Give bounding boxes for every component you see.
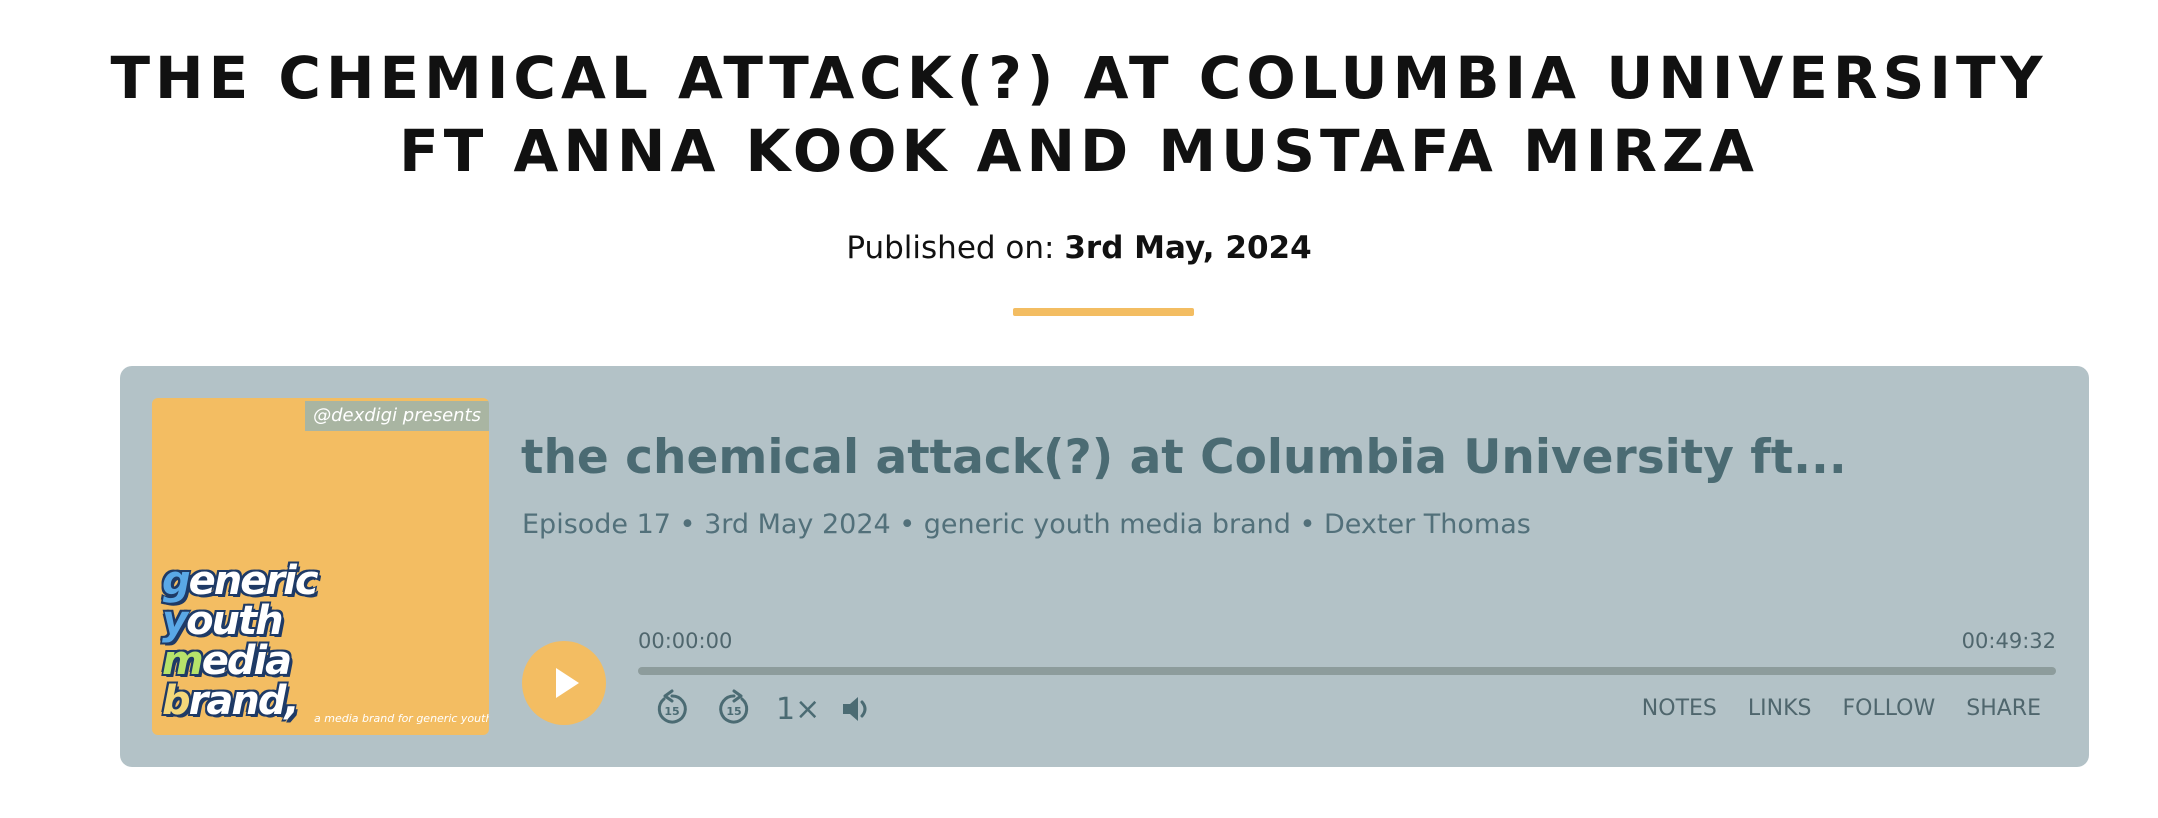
rewind-15-button[interactable]: 15 (652, 689, 692, 729)
rewind-15-icon: 15 (657, 689, 687, 724)
player-link-links[interactable]: LINKS (1748, 696, 1812, 721)
published-label: Published on: (846, 230, 1065, 266)
player-links: NOTES LINKS FOLLOW SHARE (1642, 696, 2041, 721)
episode-page: THE CHEMICAL ATTACK(?) AT COLUMBIA UNIVE… (0, 0, 2158, 818)
play-icon (556, 668, 579, 698)
cover-brand-line: generic (162, 558, 319, 604)
forward-15-button[interactable]: 15 (714, 689, 754, 729)
forward-seconds-label: 15 (726, 705, 741, 718)
episode-title[interactable]: the chemical attack(?) at Columbia Unive… (521, 428, 1901, 488)
page-title: THE CHEMICAL ATTACK(?) AT COLUMBIA UNIVE… (110, 44, 2048, 185)
player-link-follow[interactable]: FOLLOW (1842, 696, 1935, 721)
cover-brand-line: media (162, 638, 292, 684)
cover-brand-logo: generic youth media brand, (162, 558, 319, 724)
published-line: Published on: 3rd May, 2024 (0, 230, 2158, 266)
cover-brand-line: brand, (162, 678, 300, 724)
published-date: 3rd May, 2024 (1064, 230, 1312, 266)
volume-icon (843, 697, 867, 721)
play-button[interactable] (522, 641, 606, 725)
cover-subtitle: a media brand for generic youth (314, 712, 489, 725)
total-duration: 00:49:32 (1961, 629, 2056, 653)
rewind-seconds-label: 15 (664, 705, 679, 718)
cover-tag: @dexdigi presents (305, 401, 489, 431)
title-divider (1013, 308, 1194, 316)
cover-brand-line: youth (162, 598, 284, 644)
current-time: 00:00:00 (638, 629, 733, 653)
player-link-share[interactable]: SHARE (1966, 696, 2041, 721)
podcast-player: @dexdigi presents generic youth media br… (120, 366, 2089, 767)
forward-15-icon: 15 (719, 689, 749, 724)
episode-cover-art: @dexdigi presents generic youth media br… (152, 398, 489, 735)
episode-meta: Episode 17 • 3rd May 2024 • generic yout… (522, 509, 1531, 540)
volume-button[interactable] (837, 689, 877, 729)
progress-bar[interactable] (638, 667, 2056, 675)
player-link-notes[interactable]: NOTES (1642, 696, 1717, 721)
playback-speed-button[interactable]: 1× (776, 692, 820, 728)
